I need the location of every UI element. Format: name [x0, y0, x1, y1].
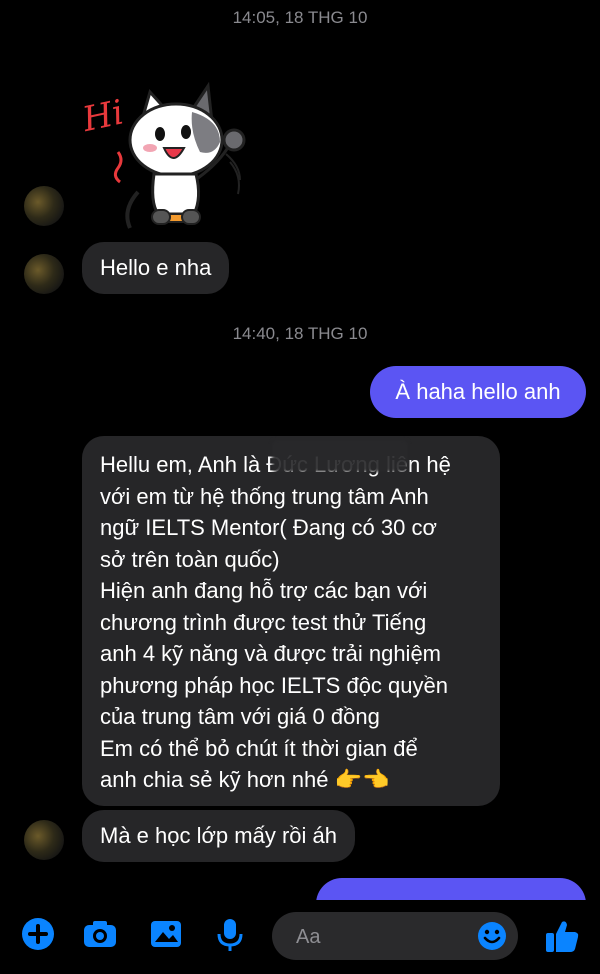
avatar[interactable] — [24, 186, 64, 226]
sticker-hi-text: Hi — [80, 92, 127, 140]
plus-icon[interactable] — [18, 914, 58, 954]
message-composer — [272, 912, 518, 962]
message-text: Mà e học lớp mấy rồi áh — [100, 823, 337, 848]
camera-icon[interactable] — [80, 914, 120, 954]
message-input[interactable] — [294, 912, 468, 962]
timestamp: 14:40, 18 THG 10 — [232, 324, 368, 343]
incoming-message[interactable]: Hello e nha — [82, 242, 230, 294]
avatar[interactable] — [24, 254, 64, 294]
redaction-blur — [272, 440, 408, 472]
incoming-message[interactable]: Hellu em, Anh là Đức Lương liên hệ với e… — [82, 436, 500, 806]
emoji-icon[interactable] — [476, 920, 508, 952]
incoming-message[interactable]: Mà e học lớp mấy rồi áh — [82, 810, 355, 862]
timestamp: 14:05, 18 THG 10 — [232, 8, 368, 27]
message-text: Hellu em, Anh là Đức Lương liên hệ với e… — [100, 452, 451, 792]
hi-cat-sticker[interactable]: Hi — [80, 82, 260, 232]
image-icon[interactable] — [146, 914, 186, 954]
avatar[interactable] — [24, 820, 64, 860]
outgoing-message[interactable]: À haha hello anh — [370, 366, 586, 418]
microphone-icon[interactable] — [210, 914, 250, 954]
message-text: À haha hello anh — [395, 379, 561, 404]
message-text: Hello e nha — [100, 255, 212, 280]
thumbs-up-icon[interactable] — [542, 916, 582, 956]
